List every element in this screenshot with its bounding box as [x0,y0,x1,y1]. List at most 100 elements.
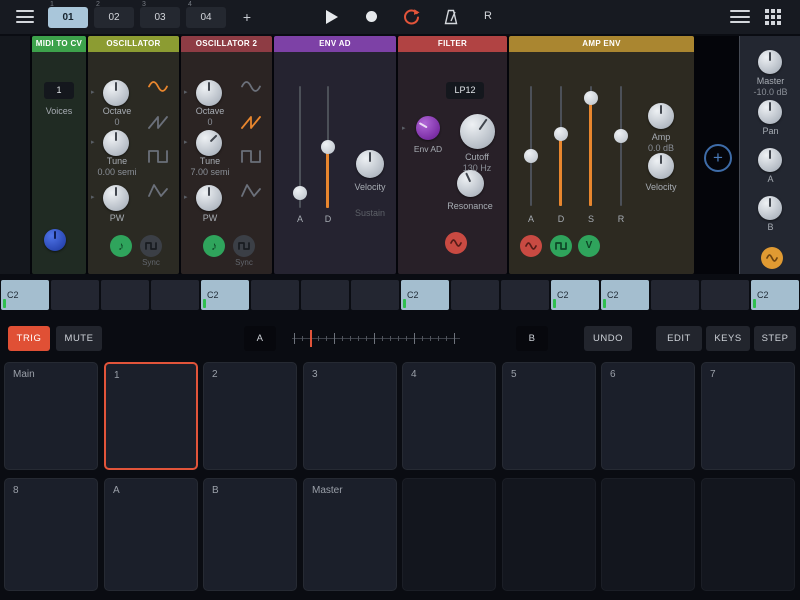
add-pattern-button[interactable]: + [234,7,260,28]
mute-button[interactable]: MUTE [56,326,102,351]
voices-value[interactable]: 1 [44,82,74,99]
pattern-tab-03[interactable]: 03 [140,7,180,28]
key-cell[interactable] [351,280,399,310]
midi-cv-knob[interactable] [44,229,66,251]
waveform-square-button[interactable] [241,150,261,163]
velocity-source-button[interactable]: V [578,235,600,257]
pad-empty[interactable] [601,478,695,591]
sync-button[interactable] [140,235,162,257]
key-cell[interactable]: C2 [201,280,249,310]
pattern-tab-01[interactable]: 01 [48,7,88,28]
note-trigger-button[interactable]: ♪ [203,235,225,257]
step-button[interactable]: STEP [754,326,796,351]
key-cell[interactable]: C2 [601,280,649,310]
record-button[interactable] [366,11,377,22]
edit-button[interactable]: EDIT [656,326,702,351]
play-button[interactable] [326,10,338,24]
key-cell[interactable] [151,280,199,310]
waveform-triangle-button[interactable] [148,184,168,197]
decay-slider[interactable] [321,86,335,208]
pad-b[interactable]: B [203,478,297,591]
velocity-knob[interactable] [648,153,674,179]
send-a-knob[interactable] [758,148,782,172]
pad-main[interactable]: Main [4,362,98,470]
group-b-button[interactable]: B [516,326,548,351]
octave-knob[interactable] [103,80,129,106]
key-cell[interactable] [101,280,149,310]
keys-button[interactable]: KEYS [706,326,750,351]
loop-button[interactable] [402,8,420,31]
track-strip[interactable] [0,36,30,274]
env-signal-button[interactable] [520,235,542,257]
gate-button[interactable] [550,235,572,257]
pad-master[interactable]: Master [303,478,397,591]
pw-knob[interactable] [103,185,129,211]
undo-button[interactable]: UNDO [584,326,632,351]
group-a-button[interactable]: A [244,326,276,351]
pad-6[interactable]: 6 [601,362,695,470]
add-module-button[interactable]: + [704,144,732,172]
pad-empty[interactable] [402,478,496,591]
pad-3[interactable]: 3 [303,362,397,470]
pad-empty[interactable] [701,478,795,591]
env-ad-amount-knob[interactable] [416,116,440,140]
pan-knob[interactable] [758,100,782,124]
key-cell[interactable] [251,280,299,310]
resonance-knob[interactable] [457,170,484,197]
mixer-menu-icon[interactable] [730,10,750,23]
key-cell[interactable]: C2 [551,280,599,310]
key-cell[interactable] [51,280,99,310]
pad-2[interactable]: 2 [203,362,297,470]
velocity-knob[interactable] [356,150,384,178]
pad-7[interactable]: 7 [701,362,795,470]
release-slider[interactable] [614,86,628,206]
key-cell[interactable]: C2 [401,280,449,310]
waveform-triangle-button[interactable] [241,184,261,197]
tune-knob[interactable] [196,130,222,156]
octave-knob[interactable] [196,80,222,106]
waveform-saw-button[interactable] [148,116,168,129]
waveform-sine-button[interactable] [148,80,168,93]
pad-8[interactable]: 8 [4,478,98,591]
sustain-slider[interactable] [584,86,598,206]
slider-cursor[interactable] [310,330,312,347]
cutoff-knob[interactable] [460,114,495,149]
waveform-sine-button[interactable] [241,80,261,93]
key-cell[interactable] [651,280,699,310]
trig-button[interactable]: TRIG [8,326,50,351]
tune-knob[interactable] [103,130,129,156]
waveform-saw-button[interactable] [241,116,261,129]
attack-slider[interactable] [293,86,307,208]
grid-icon [764,8,782,26]
filter-mode-select[interactable]: LP12 [446,82,484,99]
key-cell[interactable] [701,280,749,310]
output-signal-button[interactable] [761,247,783,269]
master-volume-knob[interactable] [758,50,782,74]
key-cell[interactable] [501,280,549,310]
note-trigger-button[interactable]: ♪ [110,235,132,257]
key-cell[interactable]: C2 [751,280,799,310]
filter-signal-button[interactable] [445,232,467,254]
sync-button[interactable] [233,235,255,257]
key-cell[interactable] [451,280,499,310]
metronome-button[interactable] [442,8,460,31]
decay-slider[interactable] [554,86,568,206]
pad-1[interactable]: 1 [104,362,198,470]
pad-empty[interactable] [502,478,596,591]
waveform-square-button[interactable] [148,150,168,163]
record-mode-label[interactable]: R [484,10,492,22]
pattern-position-slider[interactable] [292,326,460,351]
key-cell[interactable] [301,280,349,310]
send-b-knob[interactable] [758,196,782,220]
key-cell[interactable]: C2 [1,280,49,310]
grid-view-icon[interactable] [764,8,782,31]
amp-knob[interactable] [648,103,674,129]
pad-a[interactable]: A [104,478,198,591]
pattern-tab-04[interactable]: 04 [186,7,226,28]
menu-icon[interactable] [16,10,34,23]
pad-4[interactable]: 4 [402,362,496,470]
pad-5[interactable]: 5 [502,362,596,470]
pattern-tab-02[interactable]: 02 [94,7,134,28]
attack-slider[interactable] [524,86,538,206]
pw-knob[interactable] [196,185,222,211]
